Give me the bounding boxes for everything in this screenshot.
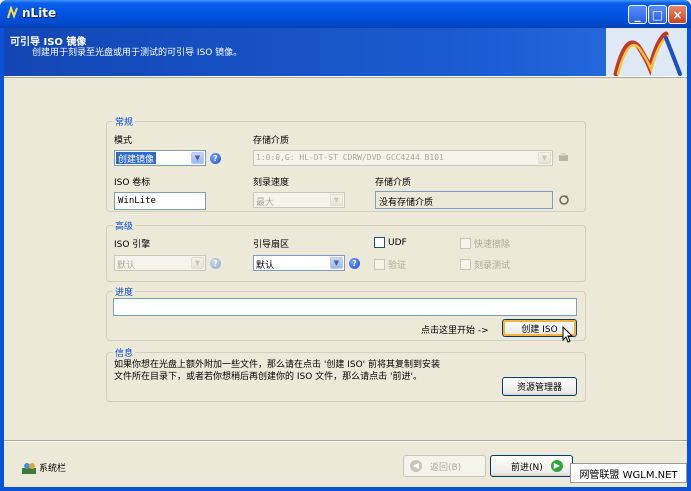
header-banner: 可引导 ISO 镜像 创建用于刻录至光盘或用于测试的可引导 ISO 镜像。 bbox=[4, 28, 687, 76]
next-arrow-icon: ▶ bbox=[550, 460, 563, 472]
chevron-down-icon[interactable]: ▼ bbox=[330, 257, 343, 269]
chevron-down-icon[interactable]: ▼ bbox=[538, 152, 551, 164]
quick-erase-label: 快速擦除 bbox=[474, 240, 511, 250]
maximize-button[interactable]: □ bbox=[648, 5, 667, 24]
media-status-value: 没有存储介质 bbox=[379, 198, 434, 208]
advanced-group: 高级 bbox=[106, 219, 586, 282]
storage-select[interactable]: 1:0:0,G: HL-DT-ST CDRW/DVD GCC4244 B101 … bbox=[253, 150, 553, 166]
footer-divider bbox=[4, 440, 687, 442]
title-bar[interactable]: nLite _ □ × bbox=[0, 0, 691, 28]
back-button[interactable]: ◀ 返回(B) bbox=[403, 455, 486, 477]
burn-speed-select[interactable]: 最大 ▼ bbox=[253, 192, 345, 208]
mouse-pointer-icon bbox=[562, 326, 574, 343]
udf-checkbox-box[interactable] bbox=[374, 237, 385, 248]
help-icon[interactable]: ? bbox=[210, 258, 221, 269]
udf-label: UDF bbox=[388, 237, 407, 248]
progress-bar bbox=[113, 298, 577, 316]
refresh-icon[interactable] bbox=[558, 194, 570, 206]
burn-test-label: 刻录测试 bbox=[474, 261, 511, 271]
close-button[interactable]: × bbox=[668, 5, 687, 24]
advanced-group-title: 高级 bbox=[113, 219, 136, 232]
page-subtitle: 创建用于刻录至光盘或用于测试的可引导 ISO 镜像。 bbox=[32, 48, 243, 58]
iso-engine-label: ISO 引擎 bbox=[114, 240, 151, 250]
app-window: nLite _ □ × 可引导 ISO 镜像 创建用于刻录至光盘或用于测试的可引… bbox=[0, 0, 691, 491]
info-group-title: 信息 bbox=[113, 346, 136, 359]
burn-speed-value: 最大 bbox=[256, 198, 275, 208]
help-icon[interactable]: ? bbox=[349, 258, 360, 269]
quick-erase-box[interactable] bbox=[460, 238, 471, 249]
iso-label-label: ISO 卷标 bbox=[114, 178, 151, 188]
burn-speed-label: 刻录速度 bbox=[253, 178, 290, 188]
boot-sector-label: 引导扇区 bbox=[253, 240, 290, 250]
info-line-2: 文件所在目录下，或者若你想稍后再创建你的 ISO 文件，那么请点击 '前进'。 bbox=[114, 372, 422, 382]
mode-label: 模式 bbox=[114, 136, 133, 146]
storage-label: 存储介质 bbox=[253, 136, 290, 146]
tray-label: 系统栏 bbox=[39, 464, 67, 474]
media-label: 存储介质 bbox=[375, 178, 412, 188]
general-group-title: 常规 bbox=[113, 115, 136, 128]
tray-toggle[interactable]: 系统栏 bbox=[22, 461, 66, 474]
minimize-button[interactable]: _ bbox=[628, 5, 647, 24]
iso-label-input[interactable]: WinLite bbox=[114, 192, 206, 210]
udf-checkbox[interactable]: UDF bbox=[374, 237, 407, 248]
quick-erase-checkbox[interactable]: 快速擦除 bbox=[460, 237, 510, 250]
back-button-label: 返回(B) bbox=[430, 462, 462, 473]
close-icon: × bbox=[672, 7, 683, 22]
chevron-down-icon[interactable]: ▼ bbox=[191, 257, 204, 269]
watermark: 网管联盟 WGLM.NET bbox=[570, 463, 687, 483]
verify-checkbox[interactable]: 验证 bbox=[374, 258, 406, 271]
verify-label: 验证 bbox=[388, 261, 407, 271]
create-iso-label: 创建 ISO bbox=[521, 324, 558, 335]
next-button[interactable]: 前进(N) ▶ bbox=[490, 455, 573, 477]
tray-icon bbox=[22, 462, 36, 474]
chevron-down-icon[interactable]: ▼ bbox=[330, 194, 343, 206]
iso-engine-value: 默认 bbox=[117, 261, 136, 271]
burn-test-checkbox[interactable]: 刻录测试 bbox=[460, 258, 510, 271]
nlite-icon bbox=[7, 6, 18, 19]
nlite-logo-icon bbox=[606, 28, 687, 76]
mode-select-value: 创建镜像 bbox=[116, 152, 157, 164]
minimize-icon: _ bbox=[634, 7, 641, 22]
maximize-icon: □ bbox=[651, 7, 664, 22]
iso-label-value: WinLite bbox=[118, 196, 156, 206]
window-title: nLite bbox=[22, 6, 57, 20]
back-arrow-icon: ◀ bbox=[410, 460, 422, 472]
storage-select-value: 1:0:0,G: HL-DT-ST CDRW/DVD GCC4244 B101 bbox=[256, 153, 444, 162]
banner-divider bbox=[4, 76, 687, 78]
boot-sector-select[interactable]: 默认 ▼ bbox=[253, 255, 345, 271]
client-area: 可引导 ISO 镜像 创建用于刻录至光盘或用于测试的可引导 ISO 镜像。 常规… bbox=[4, 28, 687, 487]
refresh-icon[interactable] bbox=[558, 152, 570, 164]
start-hint: 点击这里开始 -> bbox=[421, 326, 489, 336]
verify-box[interactable] bbox=[374, 259, 385, 270]
media-status-field: 没有存储介质 bbox=[375, 191, 553, 209]
mode-select[interactable]: 创建镜像 ▼ bbox=[114, 150, 206, 166]
explorer-button-label: 资源管理器 bbox=[516, 383, 562, 393]
help-icon[interactable]: ? bbox=[210, 153, 221, 164]
explorer-button[interactable]: 资源管理器 bbox=[502, 377, 577, 396]
next-button-label: 前进(N) bbox=[511, 462, 543, 473]
iso-engine-select[interactable]: 默认 ▼ bbox=[114, 255, 206, 271]
chevron-down-icon[interactable]: ▼ bbox=[191, 152, 204, 164]
burn-test-box[interactable] bbox=[460, 259, 471, 270]
progress-group-title: 进度 bbox=[113, 285, 136, 298]
boot-sector-value: 默认 bbox=[256, 261, 275, 271]
info-line-1: 如果你想在光盘上额外附加一些文件，那么请在点击 '创建 ISO' 前将其复制到安… bbox=[114, 360, 440, 370]
